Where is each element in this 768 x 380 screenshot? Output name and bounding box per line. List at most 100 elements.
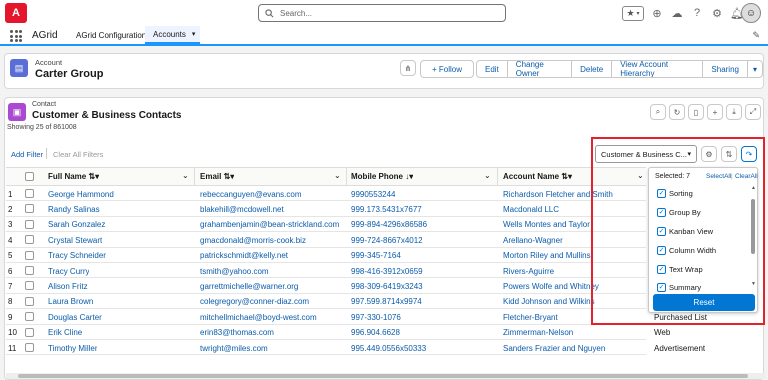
row-checkbox[interactable] [25,266,34,275]
expand-button[interactable]: ⤢ [745,104,761,120]
chevron-down-icon[interactable]: ⌄ [182,171,189,180]
global-search-input[interactable]: Search... [258,4,506,22]
horizontal-scrollbar[interactable] [6,373,766,379]
mobile-phone-link[interactable]: 996.904.6628 [351,328,400,337]
column-button[interactable]: ▯ [688,104,704,120]
account-name-link[interactable]: Zimmerman-Nelson [503,328,643,337]
lead-source-value: Web [654,328,671,338]
row-checkbox[interactable] [25,235,34,245]
email-link[interactable]: tsmith@yahoo.com [200,267,269,276]
change-owner-button[interactable]: Change Owner [508,61,573,77]
mobile-phone-link[interactable]: 999.173.5431x7677 [351,205,422,214]
mobile-phone-link[interactable]: 998-416-3912x0659 [351,267,423,276]
app-name: AGrid [32,30,58,41]
column-header-mobile-phone[interactable]: Mobile Phone ↓▾ [351,172,413,181]
tab-agrid-configuration[interactable]: AGrid Configuration [68,26,154,44]
full-name-link[interactable]: Alison Fritz [48,282,88,291]
chevron-down-icon[interactable]: ▾ [192,30,196,38]
clear-filters-link[interactable]: Clear All Filters [53,150,103,159]
full-name-link[interactable]: Erik Cline [48,328,82,337]
column-header-full-name[interactable]: Full Name ⇅▾ [48,172,99,181]
app-logo[interactable]: A [5,3,27,23]
mobile-phone-link[interactable]: 999-894-4296x86586 [351,220,427,229]
search-button[interactable]: ⌕ [650,104,666,120]
full-name-link[interactable]: Randy Salinas [48,205,100,214]
email-link[interactable]: mitchellmichael@boyd-west.com [200,313,317,322]
row-checkbox[interactable] [25,281,34,291]
app-launcher-icon[interactable] [10,30,22,42]
mobile-phone-link[interactable]: 999-345-7164 [351,251,401,260]
row-checkbox[interactable] [25,204,34,214]
row-number: 5 [8,251,13,261]
full-name-link[interactable]: Tracy Schneider [48,251,106,260]
account-object-icon: ▤ [10,59,28,77]
mobile-phone-link[interactable]: 997.599.8714x9974 [351,297,422,306]
email-link[interactable]: gmacdonald@morris-cook.biz [200,236,306,245]
full-name-link[interactable]: Timothy Miller [48,344,97,353]
mobile-phone-link[interactable]: 998-309-6419x3243 [351,282,423,291]
mobile-phone-link[interactable]: 997-330-1076 [351,313,401,322]
scrollbar-thumb[interactable] [18,374,748,378]
favorites-button[interactable]: ★ ▾ [622,5,644,21]
full-name-link[interactable]: Sarah Gonzalez [48,220,105,229]
select-all-checkbox[interactable] [25,172,34,181]
email-link[interactable]: grahambenjamin@bean-strickland.com [200,220,339,229]
email-link[interactable]: garrettmichelle@warner.org [200,282,298,291]
user-avatar[interactable]: ☺ [741,3,761,23]
trailhead-icon[interactable]: ☁ [670,6,684,20]
new-button[interactable]: + [707,104,723,120]
row-checkbox[interactable] [25,312,34,322]
column-header-account-name[interactable]: Account Name ⇅▾ [503,172,572,181]
edit-button[interactable]: Edit [477,61,508,77]
row-number: 10 [8,328,17,338]
column-divider[interactable] [346,167,347,186]
full-name-link[interactable]: Laura Brown [48,297,93,306]
email-link[interactable]: erin83@thomas.com [200,328,274,337]
help-icon[interactable]: ? [690,6,704,20]
full-name-link[interactable]: Douglas Carter [48,313,102,322]
email-link[interactable]: twright@miles.com [200,344,268,353]
column-header-email[interactable]: Email ⇅▾ [200,172,234,181]
tab-accounts[interactable]: Accounts ▾ [145,26,200,44]
row-number: 2 [8,204,13,214]
column-divider[interactable] [497,167,498,186]
chevron-down-icon[interactable]: ⌄ [484,171,491,180]
mobile-phone-link[interactable]: 9990553244 [351,190,396,199]
mobile-phone-link[interactable]: 995.449.0556x50333 [351,344,426,353]
email-link[interactable]: patrickschmidt@kelly.net [200,251,288,260]
record-title: Carter Group [35,68,104,80]
follow-button[interactable]: + Follow [421,61,473,77]
row-number: 11 [8,343,17,353]
mobile-phone-link[interactable]: 999-724-8667x4012 [351,236,423,245]
refresh-button[interactable]: ↻ [669,104,685,120]
row-checkbox[interactable] [25,250,34,260]
download-button[interactable]: ⤓ [726,104,742,120]
add-icon[interactable]: ⊕ [650,6,664,20]
edit-nav-icon[interactable]: ✎ [752,30,760,41]
contacts-toolbar: ⌕ ↻ ▯ + ⤓ ⤢ [650,104,761,120]
full-name-link[interactable]: Tracy Curry [48,267,89,276]
row-checkbox[interactable] [25,296,34,306]
column-divider[interactable] [194,167,195,186]
email-link[interactable]: rebeccanguyen@evans.com [200,190,302,199]
account-name-link[interactable]: Sanders Frazier and Nguyen [503,344,643,353]
view-account-hierarchy-button[interactable]: View Account Hierarchy [612,61,704,77]
row-checkbox[interactable] [25,343,34,352]
full-name-link[interactable]: Crystal Stewart [48,236,102,245]
sharing-button[interactable]: Sharing [703,61,748,77]
row-number: 7 [8,281,13,291]
chevron-down-icon[interactable]: ⌄ [334,171,341,180]
email-link[interactable]: colegregory@conner-diaz.com [200,297,309,306]
full-name-link[interactable]: George Hammond [48,190,114,199]
row-checkbox[interactable] [25,219,34,229]
chevron-down-icon: ▾ [636,10,640,17]
hierarchy-button[interactable]: ⋔ [400,60,416,76]
row-number: 1 [8,189,13,199]
delete-button[interactable]: Delete [572,61,613,77]
row-checkbox[interactable] [25,327,34,337]
row-checkbox[interactable] [25,189,34,198]
add-filter-link[interactable]: Add Filter [11,150,43,159]
email-link[interactable]: blakehill@mcdowell.net [200,205,284,214]
more-actions-button[interactable]: ▾ [748,61,762,77]
gear-icon[interactable]: ⚙ [710,6,724,20]
